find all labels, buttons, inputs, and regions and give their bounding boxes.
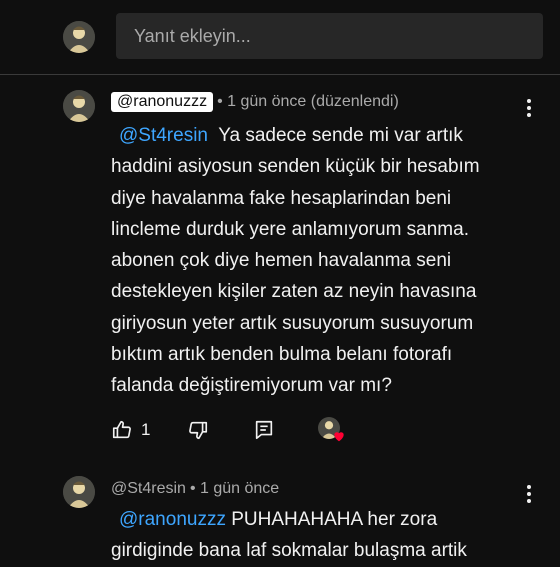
more-vert-icon[interactable] <box>519 482 539 506</box>
like-count: 1 <box>141 420 151 439</box>
comment-line: destekleyen kişiler zaten az neyin havas… <box>111 281 477 303</box>
author-handle[interactable]: @ranonuzzz <box>111 92 214 112</box>
comment-time: • 1 gün önce <box>189 480 280 497</box>
comment-body: @ranonuzzz PUHAHAHAHA her zora girdigind… <box>111 504 467 567</box>
comment-line: diye havalanma fake hesaplarindan beni <box>111 187 452 209</box>
reply-input-container[interactable] <box>116 13 543 59</box>
divider <box>0 74 560 75</box>
user-avatar[interactable] <box>63 21 95 53</box>
reply-button[interactable] <box>253 419 275 441</box>
reply-comment-icon <box>256 420 273 440</box>
mention-link[interactable]: @St4resin <box>111 125 208 146</box>
like-button[interactable]: 1 <box>111 419 150 441</box>
comment-line: lincleme durduk yere anlamıyorum sanma. <box>111 218 469 240</box>
creator-heart[interactable] <box>318 417 346 443</box>
comment-body: @St4resin Ya sadece sende mi var artık h… <box>111 120 480 402</box>
comment-line: girdiginde bana laf sokmalar bulaşma art… <box>111 540 467 562</box>
comment-header: @St4resin • 1 gün önce <box>111 480 279 498</box>
author-handle[interactable]: @St4resin <box>111 480 186 498</box>
commenter-avatar[interactable] <box>63 90 95 122</box>
mention-link[interactable]: @ranonuzzz <box>111 509 226 530</box>
comment-header: @ranonuzzz • 1 gün önce (düzenlendi) <box>111 92 399 112</box>
thumb-up-icon <box>112 420 131 439</box>
comment-line: haddini asiyosun senden küçük bir hesabı… <box>111 156 480 178</box>
comment-time: • 1 gün önce (düzenlendi) <box>217 93 399 110</box>
comment-line: bıktım artık benden bulma belanı fotoraf… <box>111 344 453 366</box>
creator-heart-icon <box>334 432 345 442</box>
thumb-down-icon <box>189 421 208 440</box>
more-vert-icon[interactable] <box>519 96 539 120</box>
comment-line: abonen çok diye hemen havalanma seni <box>111 250 452 272</box>
dislike-button[interactable] <box>187 419 209 441</box>
comment-actions: 1 <box>111 417 346 443</box>
commenter-avatar[interactable] <box>63 476 95 508</box>
comment-line: falanda değiştiremiyorum var mı? <box>111 375 392 397</box>
comment-line: PUHAHAHAHA her zora <box>231 509 438 530</box>
reply-input[interactable] <box>132 24 527 48</box>
comment-line: Ya sadece sende mi var artık <box>218 125 463 146</box>
comment-line: giriyosun yeter artık susuyorum susuyoru… <box>111 312 474 334</box>
